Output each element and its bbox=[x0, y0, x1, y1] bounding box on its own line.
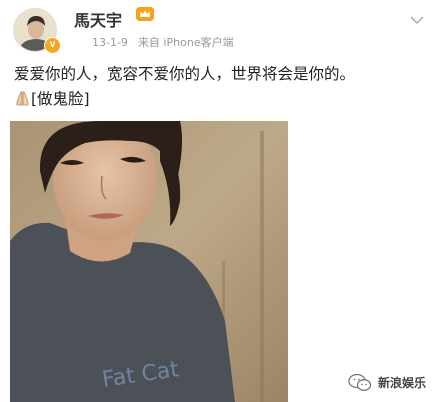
face-emoji-label: [做鬼脸] bbox=[31, 90, 90, 108]
post-text: 爱爱你的人，宽容不爱你的人，世界将会是你的。 [做鬼脸] bbox=[14, 62, 434, 112]
post-text-line: 爱爱你的人，宽容不爱你的人，世界将会是你的。 bbox=[14, 65, 356, 83]
wechat-icon bbox=[348, 373, 372, 393]
post-text-emoji-line: [做鬼脸] bbox=[14, 87, 434, 112]
post-header: v 馬天宇 13-1-9 来自 iPhone客户端 bbox=[0, 0, 440, 58]
vip-crown-icon bbox=[136, 7, 154, 21]
post-meta: 13-1-9 来自 iPhone客户端 bbox=[92, 34, 234, 50]
verified-badge-icon: v bbox=[44, 37, 61, 54]
chevron-down-icon[interactable] bbox=[410, 10, 424, 25]
post-photo[interactable]: Fat Cat bbox=[10, 121, 288, 402]
praying-hands-icon bbox=[14, 89, 31, 106]
author-name[interactable]: 馬天宇 bbox=[74, 7, 122, 31]
watermark-text: 新浪娱乐 bbox=[378, 376, 427, 390]
post-date: 13-1-9 bbox=[92, 36, 128, 49]
post-source[interactable]: 来自 iPhone客户端 bbox=[138, 36, 234, 49]
